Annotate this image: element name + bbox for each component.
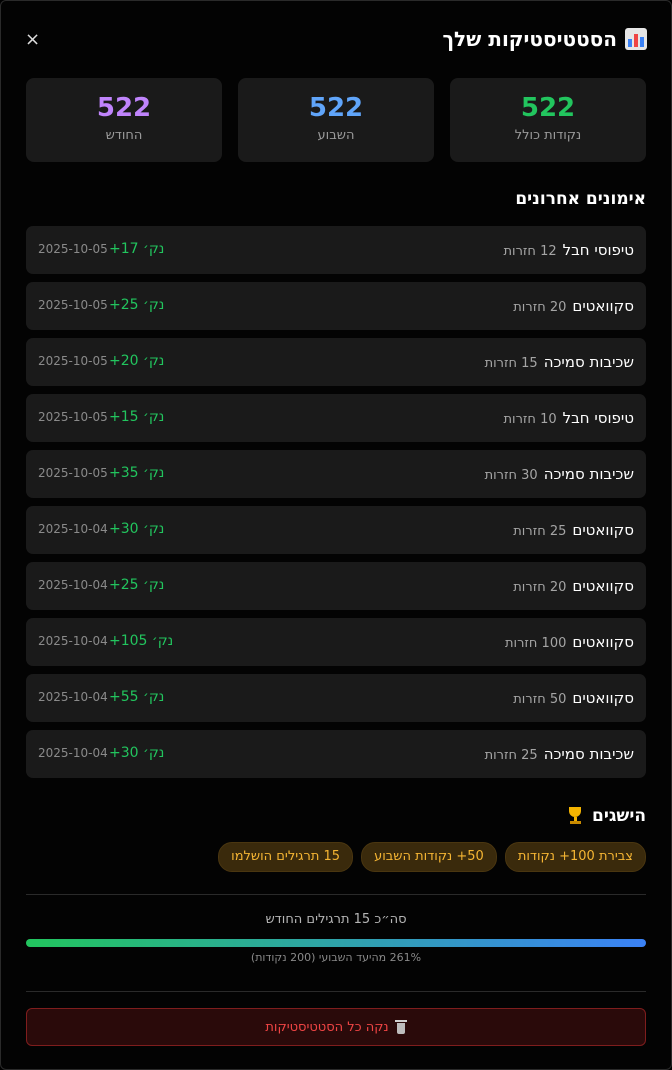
workout-points: +35 נק׳ bbox=[109, 465, 165, 481]
workout-name: שכיבות סמיכה bbox=[543, 745, 634, 763]
achievements-title: הישגים bbox=[566, 806, 646, 826]
list-item: שכיבות סמיכה 25 חזרות +30 נק׳ 2025-10-04 bbox=[26, 730, 646, 778]
workout-points: +20 נק׳ bbox=[109, 353, 165, 369]
workout-points: +30 נק׳ bbox=[109, 745, 165, 761]
achievement-badge: 50+ נקודות השבוע bbox=[361, 842, 497, 872]
clear-stats-label: נקה כל הסטטיסטיקות bbox=[265, 1019, 389, 1035]
close-icon[interactable]: × bbox=[25, 29, 40, 50]
workout-name: סקוואטים bbox=[572, 689, 634, 707]
achievements-title-text: הישגים bbox=[591, 806, 646, 826]
list-item: סקוואטים 25 חזרות +30 נק׳ 2025-10-04 bbox=[26, 506, 646, 554]
stat-label: השבוע bbox=[317, 128, 355, 143]
workout-reps: 25 חזרות bbox=[513, 524, 567, 539]
list-item: סקוואטים 20 חזרות +25 נק׳ 2025-10-05 bbox=[26, 282, 646, 330]
workout-date: 2025-10-05 bbox=[38, 242, 108, 256]
workout-points: +105 נק׳ bbox=[109, 633, 174, 649]
achievement-badges: צבירת 100+ נקודות 50+ נקודות השבוע 15 תר… bbox=[218, 842, 646, 872]
panel-header: הסטטיסטיקות שלך × bbox=[25, 25, 647, 55]
weekly-goal-text: 261% מהיעד השבועי (200 נקודות) bbox=[250, 951, 422, 964]
workout-points: +25 נק׳ bbox=[109, 297, 165, 313]
workout-list: טיפוסי חבל 12 חזרות +17 נק׳ 2025-10-05 סק… bbox=[26, 226, 646, 786]
stat-label: נקודות כולל bbox=[514, 128, 582, 143]
workout-date: 2025-10-05 bbox=[38, 298, 108, 312]
workout-reps: 25 חזרות bbox=[484, 748, 538, 763]
bar-chart-icon bbox=[625, 28, 647, 50]
workout-name: סקוואטים bbox=[572, 633, 634, 651]
workout-reps: 30 חזרות bbox=[484, 468, 538, 483]
list-item: שכיבות סמיכה 30 חזרות +35 נק׳ 2025-10-05 bbox=[26, 450, 646, 498]
workout-points: +15 נק׳ bbox=[109, 409, 165, 425]
divider bbox=[26, 894, 646, 895]
stats-summary: 522 נקודות כולל 522 השבוע 522 החודש bbox=[26, 78, 646, 162]
workout-name: טיפוסי חבל bbox=[562, 409, 634, 427]
recent-workouts-title: אימונים אחרונים bbox=[515, 189, 646, 209]
stat-label: החודש bbox=[105, 128, 143, 143]
workout-date: 2025-10-04 bbox=[38, 578, 108, 592]
month-total: סה״כ 15 תרגילים החודש bbox=[265, 912, 407, 927]
workout-reps: 20 חזרות bbox=[513, 580, 567, 595]
stats-panel: הסטטיסטיקות שלך × 522 נקודות כולל 522 הש… bbox=[0, 0, 672, 1070]
page-title: הסטטיסטיקות שלך bbox=[442, 27, 647, 51]
achievement-badge: צבירת 100+ נקודות bbox=[504, 842, 646, 872]
workout-name: טיפוסי חבל bbox=[562, 241, 634, 259]
list-item: שכיבות סמיכה 15 חזרות +20 נק׳ 2025-10-05 bbox=[26, 338, 646, 386]
list-item: טיפוסי חבל 10 חזרות +15 נק׳ 2025-10-05 bbox=[26, 394, 646, 442]
workout-date: 2025-10-04 bbox=[38, 690, 108, 704]
workout-date: 2025-10-04 bbox=[38, 634, 108, 648]
stat-value: 522 bbox=[96, 93, 152, 123]
workout-points: +17 נק׳ bbox=[109, 241, 165, 257]
list-item: סקוואטים 100 חזרות +105 נק׳ 2025-10-04 bbox=[26, 618, 646, 666]
workout-points: +30 נק׳ bbox=[109, 521, 165, 537]
workout-reps: 15 חזרות bbox=[484, 356, 538, 371]
workout-points: +25 נק׳ bbox=[109, 577, 165, 593]
divider bbox=[26, 991, 646, 992]
list-item: סקוואטים 20 חזרות +25 נק׳ 2025-10-04 bbox=[26, 562, 646, 610]
workout-reps: 20 חזרות bbox=[513, 300, 567, 315]
workout-points: +55 נק׳ bbox=[109, 689, 165, 705]
page-title-text: הסטטיסטיקות שלך bbox=[442, 27, 618, 51]
stat-card-total: 522 נקודות כולל bbox=[450, 78, 646, 162]
achievement-badge: 15 תרגילים הושלמו bbox=[218, 842, 354, 872]
trophy-icon bbox=[566, 807, 584, 825]
workout-date: 2025-10-05 bbox=[38, 354, 108, 368]
list-item: סקוואטים 50 חזרות +55 נק׳ 2025-10-04 bbox=[26, 674, 646, 722]
stat-card-month: 522 החודש bbox=[26, 78, 222, 162]
workout-date: 2025-10-05 bbox=[38, 410, 108, 424]
workout-date: 2025-10-04 bbox=[38, 522, 108, 536]
workout-name: סקוואטים bbox=[572, 521, 634, 539]
workout-reps: 10 חזרות bbox=[503, 412, 557, 427]
weekly-progress-fill bbox=[26, 939, 646, 947]
stat-card-week: 522 השבוע bbox=[238, 78, 434, 162]
workout-name: סקוואטים bbox=[572, 297, 634, 315]
workout-date: 2025-10-05 bbox=[38, 466, 108, 480]
workout-reps: 50 חזרות bbox=[513, 692, 567, 707]
clear-stats-button[interactable]: נקה כל הסטטיסטיקות bbox=[26, 1008, 646, 1046]
stat-value: 522 bbox=[520, 93, 576, 123]
workout-name: שכיבות סמיכה bbox=[543, 465, 634, 483]
list-item: טיפוסי חבל 12 חזרות +17 נק׳ 2025-10-05 bbox=[26, 226, 646, 274]
workout-name: שכיבות סמיכה bbox=[543, 353, 634, 371]
stat-value: 522 bbox=[308, 93, 364, 123]
workout-date: 2025-10-04 bbox=[38, 746, 108, 760]
workout-reps: 12 חזרות bbox=[503, 244, 557, 259]
trash-icon bbox=[394, 1020, 407, 1034]
workout-reps: 100 חזרות bbox=[504, 636, 567, 651]
weekly-progress-bar bbox=[26, 939, 646, 947]
workout-name: סקוואטים bbox=[572, 577, 634, 595]
